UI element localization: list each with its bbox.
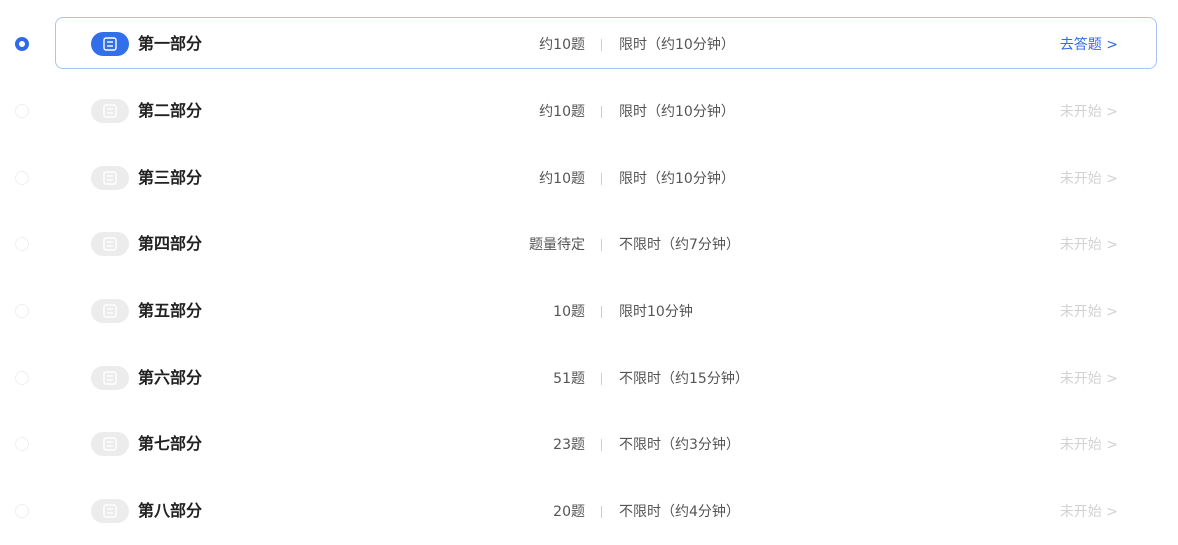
section-card[interactable]: 第三部分 约10题 限时（约10分钟） 未开始 >	[55, 151, 1157, 203]
time-limit: 限时（约10分钟）	[619, 171, 735, 187]
divider	[601, 306, 602, 318]
section-row[interactable]: 第二部分 约10题 限时（约10分钟） 未开始 >	[0, 84, 1178, 136]
step-indicator-icon	[15, 37, 29, 51]
time-limit: 不限时（约15分钟）	[619, 371, 749, 387]
step-indicator-icon	[15, 504, 29, 518]
step-indicator-icon	[15, 237, 29, 251]
question-count: 题量待定	[529, 237, 585, 253]
section-row[interactable]: 第七部分 23题 不限时（约3分钟） 未开始 >	[0, 417, 1178, 469]
section-card[interactable]: 第五部分 10题 限时10分钟 未开始 >	[55, 284, 1157, 336]
question-count: 51题	[553, 371, 585, 387]
step-indicator-icon	[15, 104, 29, 118]
time-limit: 限时10分钟	[619, 304, 693, 320]
status-link[interactable]: 未开始 >	[1060, 169, 1118, 189]
section-card[interactable]: 第一部分 约10题 限时（约10分钟） 去答题 >	[55, 17, 1157, 69]
question-count: 约10题	[539, 37, 585, 53]
section-row[interactable]: 第五部分 10题 限时10分钟 未开始 >	[0, 284, 1178, 336]
divider	[601, 373, 602, 385]
section-card[interactable]: 第六部分 51题 不限时（约15分钟） 未开始 >	[55, 351, 1157, 403]
section-row[interactable]: 第六部分 51题 不限时（约15分钟） 未开始 >	[0, 351, 1178, 403]
status-link[interactable]: 未开始 >	[1060, 235, 1118, 255]
divider	[601, 506, 602, 518]
section-card[interactable]: 第四部分 题量待定 不限时（约7分钟） 未开始 >	[55, 217, 1157, 269]
section-row[interactable]: 第一部分 约10题 限时（约10分钟） 去答题 >	[0, 17, 1178, 69]
question-count: 约10题	[539, 171, 585, 187]
time-limit: 不限时（约4分钟）	[619, 504, 740, 520]
divider	[601, 239, 602, 251]
section-row[interactable]: 第三部分 约10题 限时（约10分钟） 未开始 >	[0, 151, 1178, 203]
step-indicator-icon	[15, 304, 29, 318]
step-indicator-icon	[15, 437, 29, 451]
question-count: 10题	[553, 304, 585, 320]
time-limit: 不限时（约3分钟）	[619, 437, 740, 453]
divider	[601, 106, 602, 118]
divider	[601, 173, 602, 185]
question-count: 23题	[553, 437, 585, 453]
section-card[interactable]: 第七部分 23题 不限时（约3分钟） 未开始 >	[55, 417, 1157, 469]
section-row[interactable]: 第八部分 20题 不限时（约4分钟） 未开始 >	[0, 484, 1178, 536]
time-limit: 不限时（约7分钟）	[619, 237, 740, 253]
question-count: 约10题	[539, 104, 585, 120]
time-limit: 限时（约10分钟）	[619, 104, 735, 120]
question-count: 20题	[553, 504, 585, 520]
status-link[interactable]: 未开始 >	[1060, 502, 1118, 522]
status-link[interactable]: 未开始 >	[1060, 435, 1118, 455]
section-card[interactable]: 第八部分 20题 不限时（约4分钟） 未开始 >	[55, 484, 1157, 536]
status-link[interactable]: 未开始 >	[1060, 369, 1118, 389]
status-link[interactable]: 未开始 >	[1060, 302, 1118, 322]
divider	[601, 439, 602, 451]
divider	[601, 39, 602, 51]
section-row[interactable]: 第四部分 题量待定 不限时（约7分钟） 未开始 >	[0, 217, 1178, 269]
status-link[interactable]: 未开始 >	[1060, 102, 1118, 122]
section-card[interactable]: 第二部分 约10题 限时（约10分钟） 未开始 >	[55, 84, 1157, 136]
section-list: 第一部分 约10题 限时（约10分钟） 去答题 > 第二部分 约10题 限时（约…	[0, 0, 1178, 545]
start-answer-link[interactable]: 去答题 >	[1060, 35, 1118, 55]
time-limit: 限时（约10分钟）	[619, 37, 735, 53]
step-indicator-icon	[15, 171, 29, 185]
step-indicator-icon	[15, 371, 29, 385]
